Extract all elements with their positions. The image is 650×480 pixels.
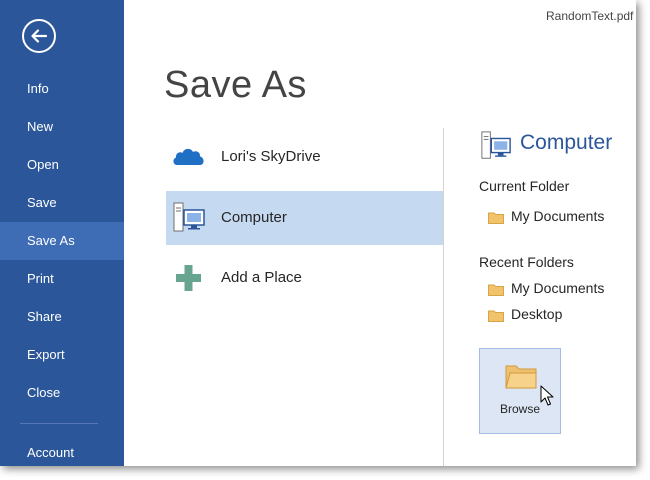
document-filename: RandomText.pdf xyxy=(546,9,634,23)
place-skydrive[interactable]: Lori's SkyDrive xyxy=(166,130,443,184)
nav-item-share[interactable]: Share xyxy=(0,298,124,336)
arrow-left-icon xyxy=(31,29,48,43)
nav-item-new[interactable]: New xyxy=(0,108,124,146)
folder-label: My Documents xyxy=(511,280,605,296)
place-label-skydrive: Lori's SkyDrive xyxy=(221,148,321,165)
nav-item-export[interactable]: Export xyxy=(0,336,124,374)
backstage-sidebar: Info New Open Save Save As Print Share E… xyxy=(0,0,124,466)
current-folder-heading: Current Folder xyxy=(479,178,570,194)
nav-item-close[interactable]: Close xyxy=(0,374,124,412)
folder-icon xyxy=(505,365,537,389)
place-add[interactable]: Add a Place xyxy=(166,251,443,305)
folder-icon xyxy=(488,310,504,322)
plus-icon xyxy=(176,265,201,291)
panel-divider xyxy=(443,128,444,466)
nav-item-info[interactable]: Info xyxy=(0,70,124,108)
mouse-cursor-icon xyxy=(540,385,554,406)
computer-icon xyxy=(481,131,511,159)
cloud-icon xyxy=(173,148,204,165)
folder-label: Desktop xyxy=(511,306,563,322)
computer-icon xyxy=(173,202,205,232)
nav-divider xyxy=(20,423,98,424)
nav-item-account[interactable]: Account xyxy=(0,434,124,466)
right-panel-title: Computer xyxy=(520,131,613,154)
back-button[interactable] xyxy=(22,19,56,53)
nav-item-save-as[interactable]: Save As xyxy=(0,222,124,260)
folder-label: My Documents xyxy=(511,208,605,224)
place-label-add: Add a Place xyxy=(221,269,302,286)
nav-item-save[interactable]: Save xyxy=(0,184,124,222)
nav-item-print[interactable]: Print xyxy=(0,260,124,298)
nav-item-open[interactable]: Open xyxy=(0,146,124,184)
page-title: Save As xyxy=(164,64,307,106)
backstage-window: Info New Open Save Save As Print Share E… xyxy=(0,0,636,466)
place-label-computer: Computer xyxy=(221,209,287,226)
folder-icon xyxy=(488,212,504,224)
place-computer[interactable]: Computer xyxy=(166,191,443,245)
folder-icon xyxy=(488,284,504,296)
recent-folders-heading: Recent Folders xyxy=(479,254,574,270)
